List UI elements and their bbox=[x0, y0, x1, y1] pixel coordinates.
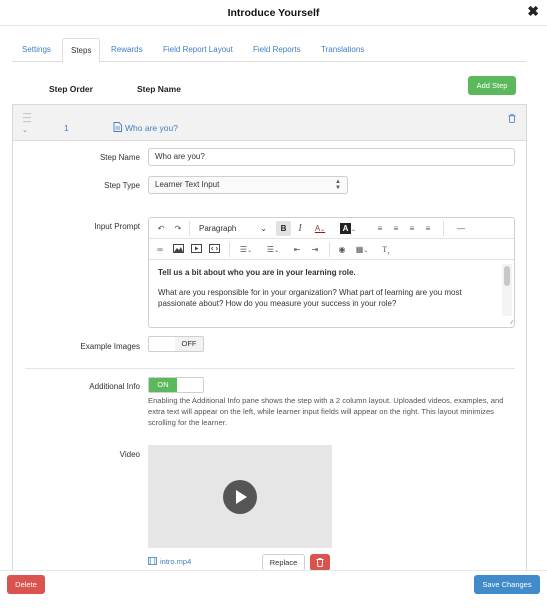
video-file-name: intro.mp4 bbox=[160, 557, 192, 566]
media-icon[interactable] bbox=[189, 242, 203, 257]
outdent-icon[interactable]: ⇤ bbox=[291, 242, 303, 257]
align-left-icon[interactable]: ≡ bbox=[374, 221, 386, 236]
resize-handle-icon[interactable]: ∕∕ bbox=[511, 320, 513, 326]
indent-icon[interactable]: ⇥ bbox=[309, 242, 321, 257]
rich-text-editor[interactable]: ↶ ↷ Paragraph ⌄ B I A⌄ A ⌄ ≡ ≡ ≡ ≡ — ∞ ☰… bbox=[148, 217, 515, 328]
bullet-list-icon[interactable]: ☰⌄ bbox=[235, 242, 257, 257]
step-row[interactable]: — — — ⌄ 1 Who are you? bbox=[13, 105, 526, 141]
tab-steps[interactable]: Steps bbox=[62, 38, 101, 63]
text-color-button[interactable]: A⌄ bbox=[310, 221, 330, 236]
tab-settings[interactable]: Settings bbox=[14, 38, 59, 62]
delete-video-button[interactable] bbox=[310, 554, 330, 571]
additional-info-toggle[interactable]: ON bbox=[148, 377, 204, 393]
trash-icon[interactable] bbox=[508, 114, 516, 123]
undo-icon[interactable]: ↶ bbox=[154, 221, 168, 236]
additional-info-label: Additional Info bbox=[89, 382, 140, 391]
editor-toolbar-row-2: ∞ ☰⌄ ☰⌄ ⇤ ⇥ ◉ ▦⌄ Tx bbox=[149, 239, 514, 260]
editor-content[interactable]: Tell us a bit about who you are in your … bbox=[158, 267, 498, 309]
delete-step-button[interactable]: Delete bbox=[7, 575, 45, 594]
editor-paragraph: What are you responsible for in your org… bbox=[158, 288, 462, 308]
example-images-toggle[interactable]: OFF bbox=[148, 336, 204, 352]
table-icon[interactable]: ▦⌄ bbox=[352, 242, 372, 257]
input-prompt-label: Input Prompt bbox=[94, 222, 140, 231]
background-color-button[interactable]: A ⌄ bbox=[338, 221, 358, 236]
clear-formatting-icon[interactable]: Tx bbox=[379, 242, 393, 257]
tab-field-report-layout[interactable]: Field Report Layout bbox=[155, 38, 241, 62]
link-icon[interactable]: ∞ bbox=[153, 242, 167, 257]
step-order-value: 1 bbox=[64, 123, 69, 133]
toolbar-divider bbox=[229, 242, 230, 257]
step-type-value: Learner Text Input bbox=[155, 180, 220, 189]
step-name-label: Step Name bbox=[99, 153, 140, 162]
toolbar-divider bbox=[189, 221, 190, 236]
column-header-step-order: Step Order bbox=[49, 84, 93, 94]
tab-rewards[interactable]: Rewards bbox=[103, 38, 151, 62]
modal-header: Introduce Yourself ✖ bbox=[0, 0, 547, 26]
horizontal-rule-icon[interactable]: — bbox=[455, 221, 467, 236]
add-step-button[interactable]: Add Step bbox=[468, 76, 516, 95]
editor-toolbar-row-1: ↶ ↷ Paragraph ⌄ B I A⌄ A ⌄ ≡ ≡ ≡ ≡ — bbox=[149, 218, 514, 239]
numbered-list-icon[interactable]: ☰⌄ bbox=[262, 242, 284, 257]
tab-field-reports[interactable]: Field Reports bbox=[245, 38, 309, 62]
video-file-link[interactable]: intro.mp4 bbox=[148, 557, 191, 566]
example-images-label: Example Images bbox=[80, 342, 140, 351]
step-card: — — — ⌄ 1 Who are you? Step Name Who are y… bbox=[12, 104, 527, 574]
step-type-label: Step Type bbox=[104, 181, 140, 190]
drag-handle-icon[interactable]: — — — bbox=[23, 110, 31, 126]
align-justify-icon[interactable]: ≡ bbox=[422, 221, 434, 236]
play-icon[interactable] bbox=[223, 480, 257, 514]
select-arrows-icon: ▲ ▼ bbox=[335, 179, 341, 191]
additional-info-help-text: Enabling the Additional Info pane shows … bbox=[148, 396, 504, 427]
video-label: Video bbox=[119, 450, 140, 459]
video-preview[interactable] bbox=[148, 445, 332, 548]
chevron-down-icon[interactable]: ⌄ bbox=[22, 126, 28, 134]
block-format-select[interactable]: Paragraph ⌄ bbox=[193, 221, 271, 236]
bold-button[interactable]: B bbox=[276, 221, 291, 236]
block-format-value: Paragraph bbox=[199, 224, 237, 233]
step-type-select[interactable]: Learner Text Input ▲ ▼ bbox=[148, 176, 348, 194]
align-right-icon[interactable]: ≡ bbox=[406, 221, 418, 236]
modal-title: Introduce Yourself bbox=[227, 7, 320, 19]
image-icon[interactable] bbox=[171, 242, 185, 257]
replace-video-button[interactable]: Replace bbox=[262, 554, 305, 571]
trash-icon bbox=[316, 557, 324, 567]
tab-bar: Settings Steps Rewards Field Report Layo… bbox=[12, 38, 526, 63]
toolbar-divider bbox=[329, 242, 330, 257]
chevron-down-icon: ⌄ bbox=[260, 224, 267, 233]
close-icon[interactable]: ✖ bbox=[527, 4, 539, 18]
editor-scrollbar[interactable] bbox=[504, 266, 510, 286]
toggle-state: OFF bbox=[175, 337, 203, 351]
toolbar-divider bbox=[443, 221, 444, 236]
step-name-input[interactable]: Who are you? bbox=[148, 148, 515, 166]
step-editor-modal: Introduce Yourself ✖ Settings Steps Rewa… bbox=[0, 0, 547, 611]
document-icon bbox=[113, 122, 122, 132]
italic-button[interactable]: I bbox=[294, 221, 306, 236]
toggle-state: ON bbox=[149, 378, 177, 392]
section-divider bbox=[25, 368, 515, 369]
modal-footer: Delete Save Changes bbox=[0, 570, 547, 611]
preview-eye-icon[interactable]: ◉ bbox=[335, 242, 349, 257]
embed-code-icon[interactable] bbox=[207, 242, 221, 257]
save-changes-button[interactable]: Save Changes bbox=[474, 575, 540, 594]
align-center-icon[interactable]: ≡ bbox=[390, 221, 402, 236]
step-name-link[interactable]: Who are you? bbox=[125, 123, 178, 133]
column-header-step-name: Step Name bbox=[137, 84, 181, 94]
redo-icon[interactable]: ↷ bbox=[171, 221, 185, 236]
tab-translations[interactable]: Translations bbox=[313, 38, 372, 62]
film-icon bbox=[148, 557, 157, 565]
editor-bold-paragraph: Tell us a bit about who you are in your … bbox=[158, 268, 356, 277]
